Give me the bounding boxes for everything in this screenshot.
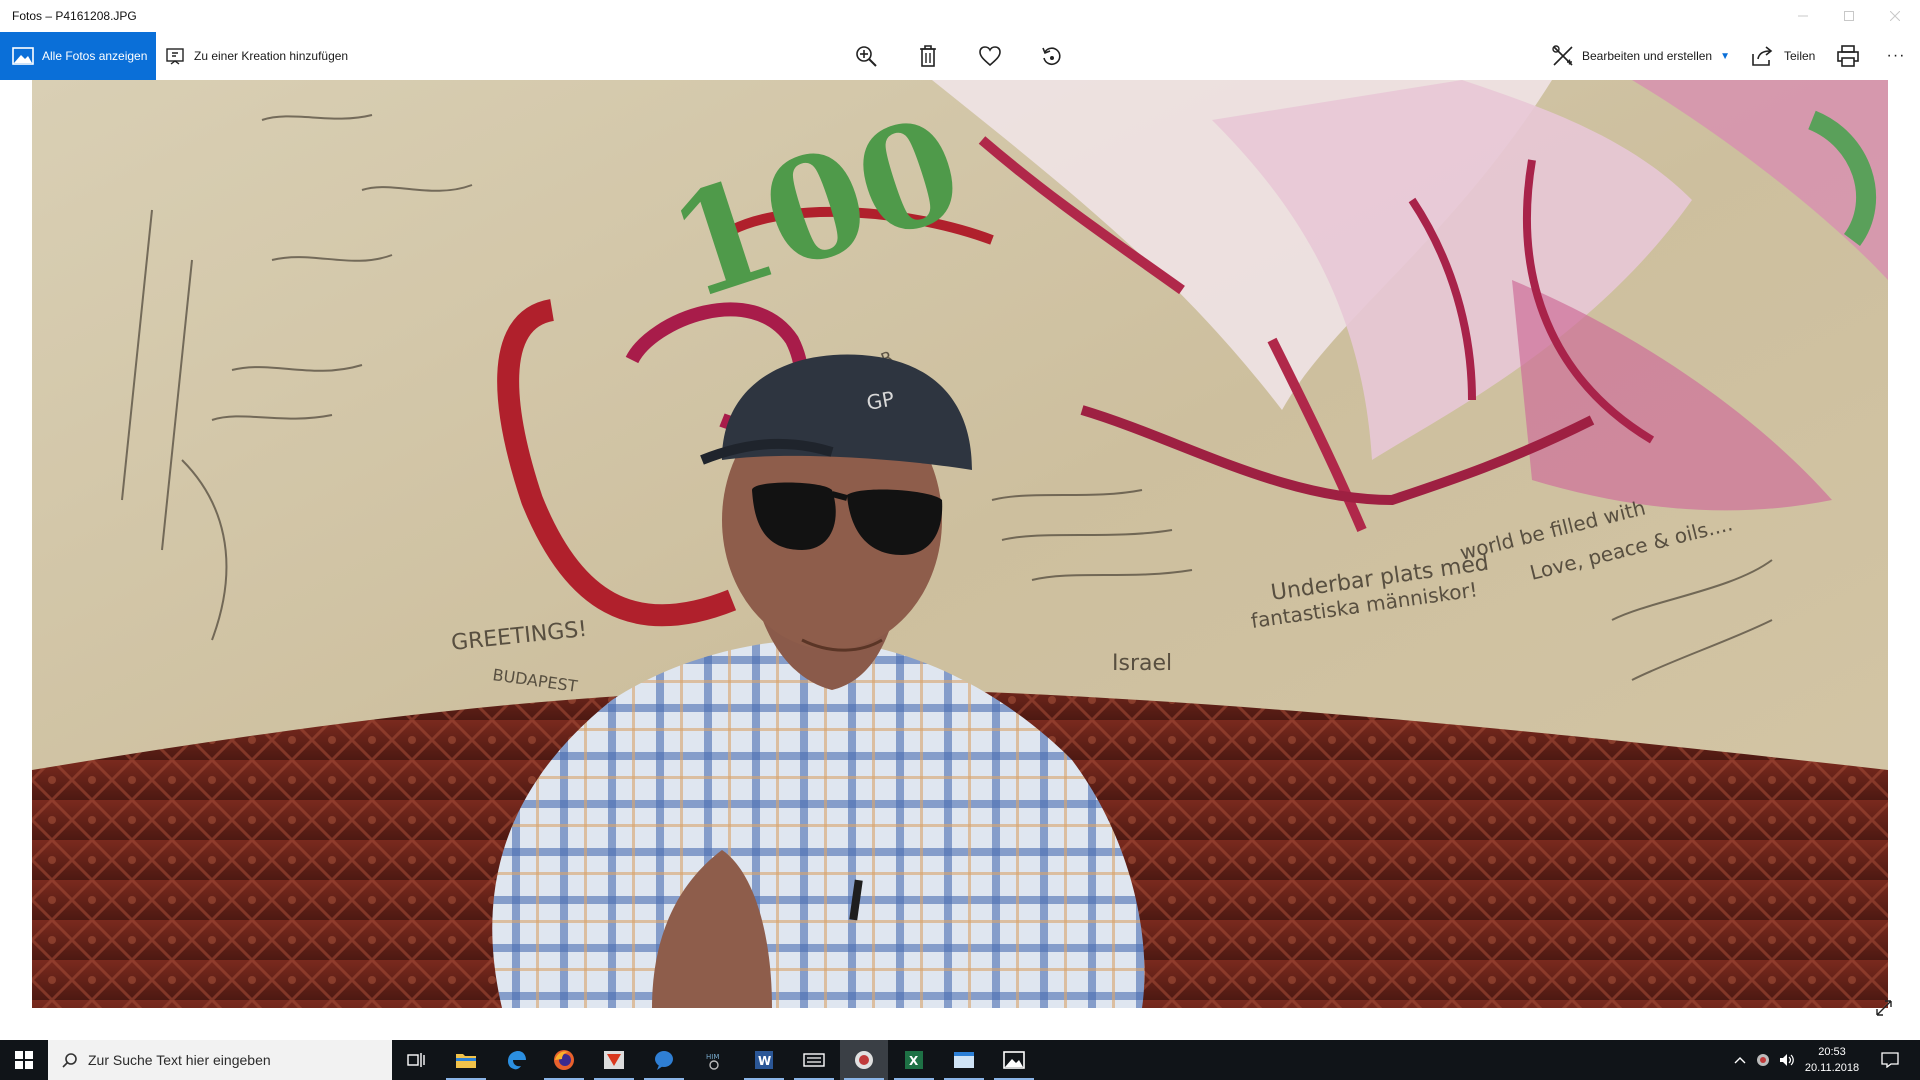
start-button[interactable] [0, 1040, 48, 1080]
taskbar-firefox[interactable] [540, 1040, 588, 1080]
taskbar-vlc[interactable] [590, 1040, 638, 1080]
all-photos-button[interactable]: Alle Fotos anzeigen [0, 32, 156, 80]
task-view-icon [407, 1053, 425, 1067]
clock-time: 20:53 [1818, 1046, 1846, 1058]
printer-icon [1837, 45, 1859, 67]
search-placeholder: Zur Suche Text hier eingeben [88, 1052, 271, 1068]
edge-icon [508, 1051, 526, 1070]
zoom-in-icon [856, 46, 877, 67]
photo-image: 100 Underbar plats med fantastiska männi… [32, 80, 1888, 1008]
window-title: Fotos – P4161208.JPG [12, 9, 137, 23]
taskbar-app-blue[interactable] [640, 1040, 688, 1080]
expand-icon [1876, 1000, 1892, 1016]
rotate-button[interactable] [1038, 42, 1066, 70]
add-to-creation-button[interactable]: Zu einer Kreation hinzufügen [166, 32, 348, 80]
keyboard-icon [803, 1053, 825, 1067]
minimize-icon [1798, 15, 1808, 17]
word-icon: W [755, 1051, 773, 1069]
taskbar-app-keyboard[interactable] [790, 1040, 838, 1080]
minimize-button[interactable] [1780, 0, 1826, 32]
chat-bubble-icon [655, 1051, 673, 1070]
svg-text:Israel: Israel [1112, 651, 1172, 676]
share-icon [1752, 46, 1773, 66]
close-icon [1890, 11, 1900, 21]
add-creation-icon [166, 48, 184, 65]
search-icon [62, 1053, 77, 1068]
delete-button[interactable] [914, 42, 942, 70]
zoom-button[interactable] [852, 42, 880, 70]
share-button[interactable]: Teilen [1752, 32, 1815, 80]
taskbar-search-box[interactable]: Zur Suche Text hier eingeben [48, 1040, 392, 1080]
photos-icon [12, 47, 34, 65]
speaker-icon [1780, 1054, 1794, 1066]
svg-text:HIM: HIM [706, 1053, 719, 1061]
taskbar-word[interactable]: W [740, 1040, 788, 1080]
svg-text:GP: GP [865, 387, 896, 415]
tray-app-icon [1757, 1054, 1769, 1066]
svg-text:W: W [758, 1054, 771, 1068]
more-options-button[interactable]: ··· [1882, 42, 1910, 70]
photo-canvas: 100 Underbar plats med fantastiska männi… [32, 80, 1888, 1008]
task-view-button[interactable] [392, 1040, 440, 1080]
media-player-icon [604, 1051, 624, 1069]
print-button[interactable] [1834, 42, 1862, 70]
volume-button[interactable] [1776, 1040, 1798, 1080]
taskbar-excel[interactable]: X [890, 1040, 938, 1080]
excel-icon: X [905, 1051, 923, 1069]
rotate-icon [1042, 47, 1061, 65]
app-logo-icon: HIM [706, 1053, 719, 1070]
taskbar-app-selected[interactable] [840, 1040, 888, 1080]
trash-icon [920, 45, 936, 67]
taskbar-app-window[interactable] [940, 1040, 988, 1080]
window-icon [954, 1052, 974, 1068]
app-circle-icon [855, 1051, 873, 1069]
heart-icon [979, 46, 1001, 66]
chevron-up-icon [1734, 1057, 1746, 1064]
close-button[interactable] [1872, 0, 1918, 32]
share-label: Teilen [1784, 49, 1816, 63]
clock-date: 20.11.2018 [1804, 1062, 1860, 1074]
windows-logo-icon [15, 1051, 33, 1069]
taskbar-edge[interactable] [492, 1040, 540, 1080]
notification-icon [1881, 1052, 1899, 1068]
taskbar-file-explorer[interactable] [442, 1040, 490, 1080]
edit-and-create-button[interactable]: Bearbeiten und erstellen ▼ [1552, 32, 1730, 80]
maximize-icon [1844, 11, 1854, 21]
svg-text:X: X [909, 1054, 919, 1068]
add-to-creation-label: Zu einer Kreation hinzufügen [194, 49, 349, 63]
firefox-icon [554, 1050, 574, 1070]
tray-app[interactable] [1752, 1040, 1774, 1080]
photos-icon [1003, 1051, 1025, 1069]
title-bar: Fotos – P4161208.JPG [0, 0, 1920, 32]
fullscreen-button[interactable] [1872, 996, 1896, 1020]
system-clock[interactable]: 20:53 20.11.2018 [1796, 1044, 1868, 1076]
show-hidden-icons-button[interactable] [1730, 1040, 1750, 1080]
taskbar: Zur Suche Text hier eingeben HIM W X 20:… [0, 1040, 1920, 1080]
taskbar-photos[interactable] [990, 1040, 1038, 1080]
taskbar-app-him[interactable]: HIM [690, 1040, 738, 1080]
maximize-button[interactable] [1826, 0, 1872, 32]
edit-create-icon [1552, 45, 1573, 66]
folder-icon [456, 1054, 476, 1068]
all-photos-label: Alle Fotos anzeigen [42, 49, 148, 63]
toolbar: Alle Fotos anzeigen Zu einer Kreation hi… [0, 32, 1920, 80]
edit-and-create-label: Bearbeiten und erstellen [1582, 49, 1713, 63]
chevron-down-icon: ▼ [1720, 50, 1730, 62]
favorite-button[interactable] [976, 42, 1004, 70]
action-center-button[interactable] [1870, 1040, 1910, 1080]
